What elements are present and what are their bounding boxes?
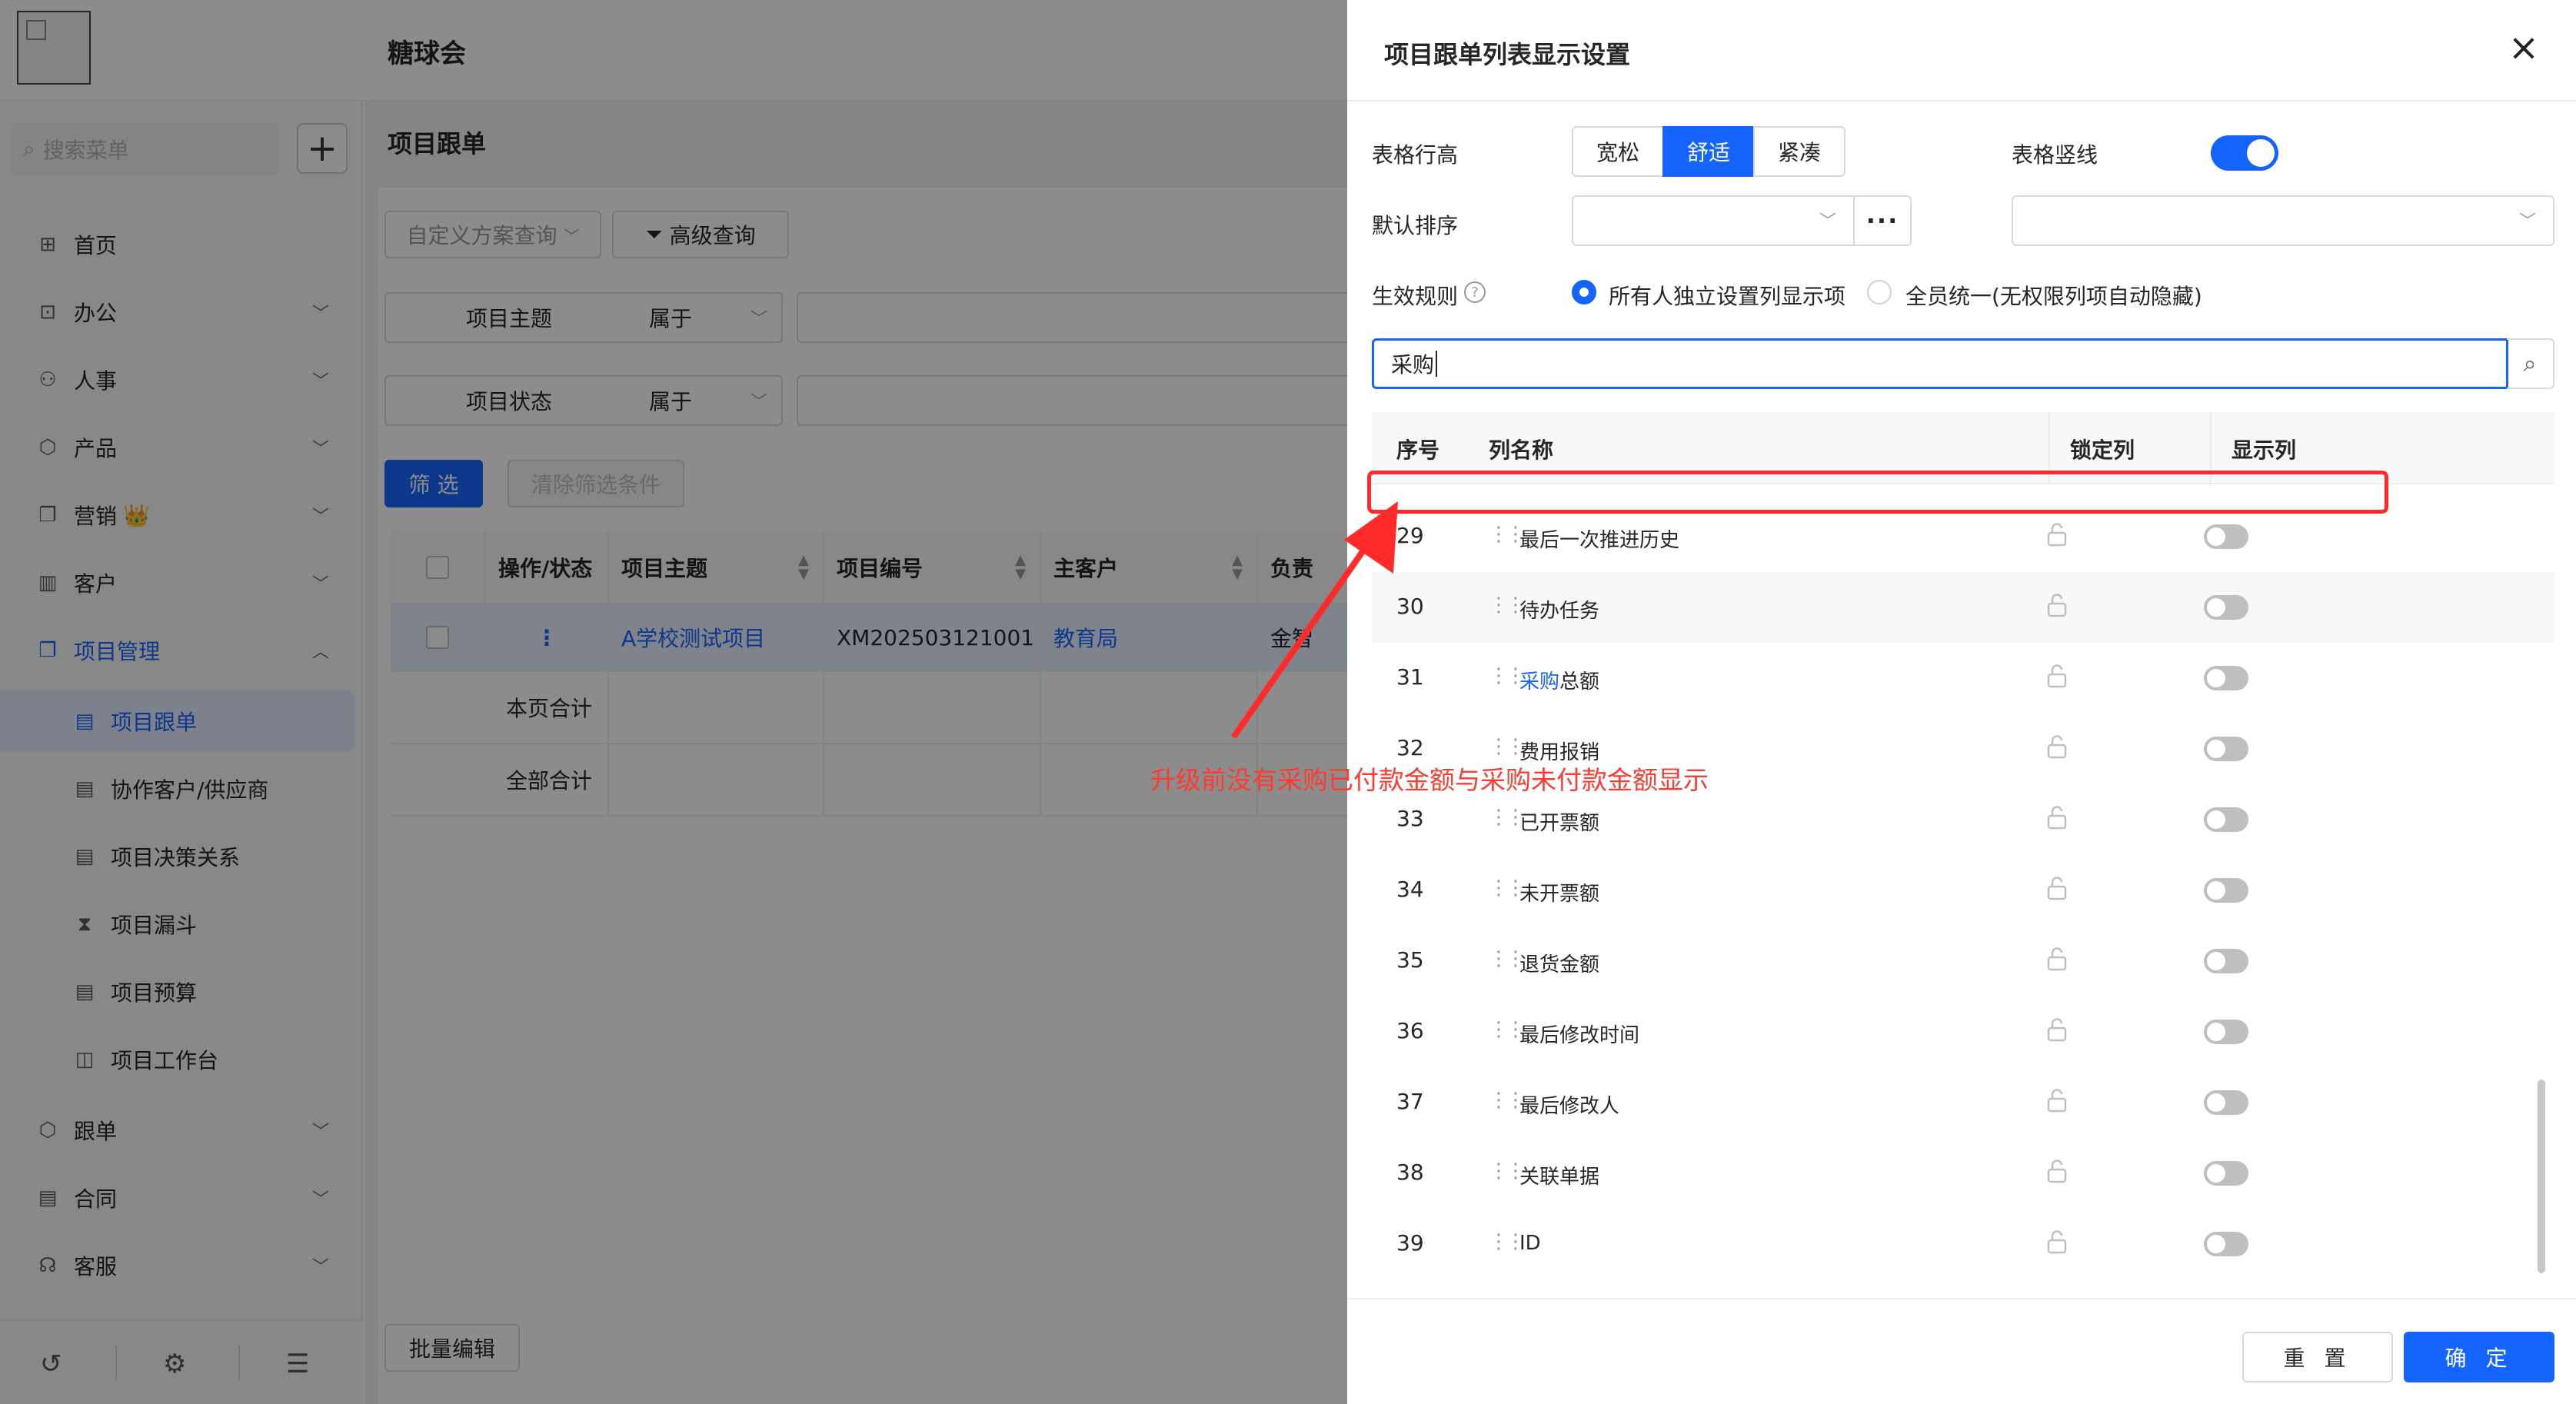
column-name: 关联单据 [1519, 1166, 1600, 1189]
column-row[interactable]: 34 ⋮⋮ 未开票额 [1372, 855, 2554, 926]
unlock-icon[interactable] [2045, 1158, 2068, 1184]
scrollbar[interactable] [2538, 1080, 2545, 1273]
column-name: 待办任务 [1519, 600, 1600, 623]
reset-button[interactable]: 重 置 [2242, 1332, 2393, 1382]
show-column-toggle[interactable] [2204, 595, 2248, 620]
drawer-footer: 重 置 确 定 [1347, 1298, 2576, 1404]
column-name: 已开票额 [1519, 812, 1600, 835]
drag-handle-icon[interactable]: ⋮⋮ [1489, 664, 1526, 687]
drawer-header: 项目跟单列表显示设置 × [1347, 0, 2576, 101]
effect-rule-label: 生效规则 [1372, 284, 1459, 309]
chevron-down-icon: ﹀ [1819, 212, 1836, 231]
row-number: 36 [1396, 1018, 1424, 1043]
row-number: 38 [1396, 1159, 1424, 1185]
unlock-icon[interactable] [2045, 1016, 2068, 1043]
vertical-line-toggle[interactable] [2211, 135, 2278, 171]
row-number: 34 [1396, 877, 1424, 902]
drag-handle-icon[interactable]: ⋮⋮ [1489, 1159, 1526, 1183]
column-name: 最后一次推进历史 [1519, 529, 1680, 552]
highlight-box [1367, 471, 2388, 514]
unlock-icon[interactable] [2045, 1229, 2068, 1255]
drag-handle-icon[interactable]: ⋮⋮ [1489, 1018, 1526, 1041]
unlock-icon[interactable] [2045, 1087, 2068, 1113]
row-number: 37 [1396, 1089, 1424, 1114]
row-number: 29 [1396, 523, 1424, 548]
drag-handle-icon[interactable]: ⋮⋮ [1489, 806, 1526, 829]
drag-handle-icon[interactable]: ⋮⋮ [1489, 1089, 1526, 1112]
column-name: 最后修改人 [1519, 1095, 1620, 1118]
vertical-line-label: 表格竖线 [2012, 142, 2098, 168]
show-column-toggle[interactable] [2204, 878, 2248, 903]
unlock-icon[interactable] [2045, 521, 2068, 547]
header-name: 列名称 [1489, 438, 1554, 463]
close-icon[interactable]: × [2505, 29, 2542, 68]
drag-handle-icon[interactable]: ⋮⋮ [1489, 523, 1526, 546]
column-name: 退货金额 [1519, 953, 1600, 976]
unlock-icon[interactable] [2045, 804, 2068, 830]
show-column-toggle[interactable] [2204, 1161, 2248, 1186]
show-column-toggle[interactable] [2204, 737, 2248, 761]
column-search-input[interactable]: 采购 [1372, 338, 2508, 389]
unlock-icon[interactable] [2045, 663, 2068, 689]
row-number: 32 [1396, 735, 1424, 760]
column-search-value: 采购 [1391, 352, 1435, 378]
column-row[interactable]: 31 ⋮⋮ 采购总额 [1372, 643, 2554, 714]
unlock-icon[interactable] [2045, 875, 2068, 901]
show-column-toggle[interactable] [2204, 1090, 2248, 1115]
rule-label-individual[interactable]: 所有人独立设置列显示项 [1609, 280, 1845, 311]
row-number: 33 [1396, 806, 1424, 831]
drag-handle-icon[interactable]: ⋮⋮ [1489, 1230, 1526, 1253]
show-column-toggle[interactable] [2204, 524, 2248, 549]
default-sort-label: 默认排序 [1372, 213, 1459, 238]
unlock-icon[interactable] [2045, 734, 2068, 760]
header-lock: 锁定列 [2070, 438, 2135, 463]
column-name: 最后修改时间 [1519, 1024, 1640, 1047]
drag-handle-icon[interactable]: ⋮⋮ [1489, 735, 1526, 758]
sort-field-select[interactable]: ﹀ [1572, 195, 1855, 246]
column-row[interactable]: 39 ⋮⋮ ID [1372, 1209, 2554, 1279]
column-row[interactable]: 35 ⋮⋮ 退货金额 [1372, 926, 2554, 996]
annotation-text: 升级前没有采购已付款金额与采购未付款金额显示 [1150, 765, 1709, 795]
column-name: ID [1519, 1232, 1541, 1255]
column-row[interactable]: 37 ⋮⋮ 最后修改人 [1372, 1067, 2554, 1138]
row-height-label: 表格行高 [1372, 142, 1459, 168]
column-settings-drawer: 项目跟单列表显示设置 × 表格行高 宽松 舒适 紧凑 表格竖线 默认排序 ﹀ ·… [1347, 0, 2576, 1404]
more-options-button[interactable]: ··· [1853, 195, 1912, 246]
header-no: 序号 [1396, 438, 1440, 463]
row-height-comfortable[interactable]: 舒适 [1662, 126, 1755, 177]
column-name: 未开票额 [1519, 883, 1600, 906]
sort-order-select[interactable]: ﹀ [2012, 195, 2554, 246]
row-height-loose[interactable]: 宽松 [1572, 126, 1664, 177]
modal-overlay[interactable] [0, 0, 1347, 1404]
show-column-toggle[interactable] [2204, 1020, 2248, 1044]
column-row[interactable]: 36 ⋮⋮ 最后修改时间 [1372, 996, 2554, 1067]
drag-handle-icon[interactable]: ⋮⋮ [1489, 877, 1526, 900]
column-name: 采购总额 [1519, 670, 1600, 694]
drag-handle-icon[interactable]: ⋮⋮ [1489, 594, 1526, 617]
row-number: 35 [1396, 947, 1424, 973]
drawer-title: 项目跟单列表显示设置 [1384, 40, 1631, 69]
drag-handle-icon[interactable]: ⋮⋮ [1489, 947, 1526, 970]
column-table: 序号 列名称 锁定列 显示列 29 ⋮⋮ 最后一次推进历史 30 ⋮⋮ 待办任务 31 ⋮⋮ 采… [1372, 412, 2554, 1303]
rule-radio-individual[interactable] [1572, 280, 1596, 304]
show-column-toggle[interactable] [2204, 1232, 2248, 1256]
unlock-icon[interactable] [2045, 946, 2068, 972]
confirm-button[interactable]: 确 定 [2404, 1332, 2554, 1382]
row-number: 30 [1396, 594, 1424, 619]
help-icon[interactable]: ? [1464, 281, 1486, 303]
row-number: 31 [1396, 664, 1424, 690]
show-column-toggle[interactable] [2204, 666, 2248, 690]
search-icon[interactable]: ⌕ [2507, 338, 2554, 389]
row-number: 39 [1396, 1230, 1424, 1256]
row-height-compact[interactable]: 紧凑 [1753, 126, 1845, 177]
rule-label-unified[interactable]: 全员统一(无权限列项自动隐藏) [1905, 280, 2202, 311]
show-column-toggle[interactable] [2204, 949, 2248, 973]
header-visible: 显示列 [2232, 438, 2297, 463]
show-column-toggle[interactable] [2204, 807, 2248, 832]
rule-radio-unified[interactable] [1867, 280, 1892, 304]
column-row[interactable]: 30 ⋮⋮ 待办任务 [1372, 572, 2554, 643]
column-row[interactable]: 38 ⋮⋮ 关联单据 [1372, 1138, 2554, 1209]
unlock-icon[interactable] [2045, 592, 2068, 618]
chevron-down-icon: ﹀ [2518, 212, 2536, 231]
